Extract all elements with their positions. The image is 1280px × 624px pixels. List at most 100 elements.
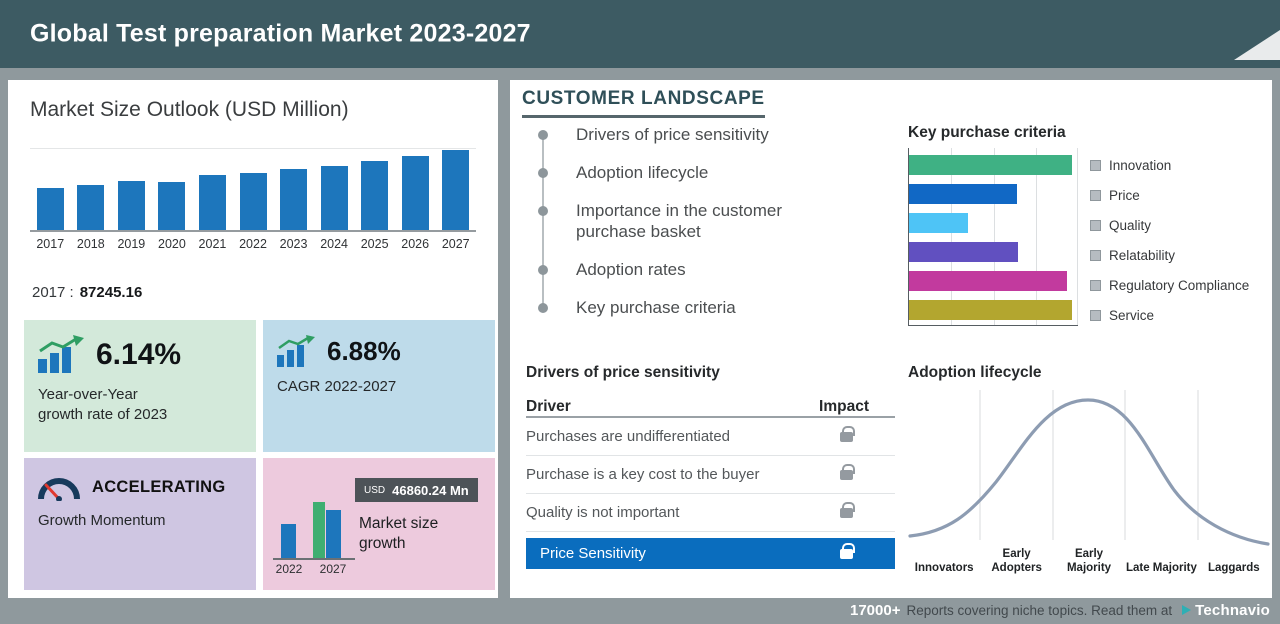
yoy-growth-card: 6.14% Year-over-Year growth rate of 2023 — [24, 320, 256, 452]
legend-marker-icon — [1090, 220, 1101, 231]
landscape-item-2: Importance in the customer purchase bask… — [538, 200, 848, 244]
growth-chart-icon — [38, 335, 84, 373]
driver-row-2: Quality is not important — [526, 494, 895, 532]
market-size-bar-2020 — [158, 182, 186, 230]
growth-caption-line2: growth — [359, 535, 406, 553]
legend-marker-icon — [1090, 160, 1101, 171]
year-axis-labels: 2017 2018 2019 2020 2021 2022 2023 2024 2025 2026… — [30, 237, 476, 251]
market-size-bar-2017 — [36, 188, 64, 230]
legend-marker-icon — [1090, 310, 1101, 321]
base-year-value: 2017 : 87245.16 — [32, 284, 142, 301]
year-label-2023: 2023 — [279, 237, 308, 251]
legend-item-5: Service — [1090, 308, 1249, 323]
market-size-bar-2022 — [239, 173, 267, 230]
legend-item-0: Innovation — [1090, 158, 1249, 173]
landscape-item-label: Key purchase criteria — [576, 297, 736, 317]
market-size-title: Market Size Outlook (USD Million) — [30, 98, 349, 121]
legend-item-1: Price — [1090, 188, 1249, 203]
kpc-row-3 — [909, 242, 1078, 262]
market-size-bar-chart: 2017 2018 2019 2020 2021 2022 2023 2024 2025 2026… — [30, 148, 476, 251]
landscape-item-label: Drivers of price sensitivity — [576, 125, 769, 144]
year-label-2022: 2022 — [239, 237, 267, 251]
market-size-bar-2023 — [280, 169, 308, 230]
base-year-label: 2017 : — [32, 284, 74, 301]
customer-landscape-title: CUSTOMER LANDSCAPE — [522, 88, 765, 118]
brand-name: Technavio — [1195, 601, 1270, 619]
landscape-item-label: Importance in the customer purchase bask… — [576, 200, 782, 242]
momentum-card: ACCELERATING Growth Momentum — [24, 458, 256, 590]
momentum-caption: Growth Momentum — [38, 512, 166, 529]
key-purchase-criteria-chart — [908, 148, 1079, 326]
cagr-caption: CAGR 2022-2027 — [277, 378, 397, 395]
legend-label: Quality — [1109, 218, 1152, 233]
landscape-item-label: Adoption rates — [576, 260, 686, 279]
market-size-bar-2025 — [361, 161, 389, 230]
bullet-icon — [538, 130, 548, 140]
stage-label-4: Laggards — [1207, 561, 1260, 574]
lock-icon[interactable] — [840, 501, 855, 518]
market-size-bar-2024 — [320, 166, 348, 230]
bar-cell-2022 — [233, 173, 274, 230]
legend-label: Service — [1109, 308, 1155, 323]
speedometer-icon — [38, 478, 80, 501]
market-size-panel: Market Size Outlook (USD Million) 2017 20… — [8, 80, 498, 598]
lock-icon[interactable] — [840, 542, 855, 559]
stage-label-3: Late Majority — [1125, 561, 1197, 574]
infographic-page: Global Test preparation Market 2023-2027… — [0, 0, 1280, 624]
stage-label-1: Early Adopters — [991, 548, 1042, 574]
growth-bar-delta — [313, 502, 325, 558]
bullet-icon — [538, 302, 548, 313]
bar-cell-2019 — [111, 181, 152, 230]
price-sensitivity-title: Drivers of price sensitivity — [526, 364, 720, 381]
report-count: 17000+ — [850, 601, 901, 619]
year-label-2025: 2025 — [360, 237, 389, 251]
legend-item-2: Quality — [1090, 218, 1249, 233]
price-sensitivity-highlight-row[interactable]: Price Sensitivity — [526, 538, 895, 569]
year-label-2019: 2019 — [117, 237, 146, 251]
badge-amount: 46860.24 Mn — [392, 482, 469, 498]
lock-icon[interactable] — [840, 463, 855, 480]
bar-cell-2018 — [71, 185, 112, 230]
kpc-row-5 — [909, 300, 1078, 320]
year-label-2027: 2027 — [441, 237, 470, 251]
market-size-bar-2019 — [117, 181, 145, 230]
driver-label: Quality is not important — [526, 504, 680, 521]
footer: 17000+ Reports covering niche topics. Re… — [0, 596, 1280, 624]
market-size-bar-2026 — [401, 156, 429, 230]
kpc-row-0 — [909, 155, 1078, 175]
brand-logo[interactable]: Technavio — [1182, 602, 1270, 619]
cagr-chart-icon — [277, 335, 315, 367]
legend-marker-icon — [1090, 250, 1101, 261]
lock-icon[interactable] — [840, 425, 855, 442]
market-size-bar-2018 — [77, 185, 105, 230]
kpc-row-4 — [909, 271, 1078, 291]
bar-cell-2021 — [192, 175, 233, 230]
year-label-2020: 2020 — [158, 237, 186, 251]
yoy-caption-line2: growth rate of 2023 — [38, 405, 168, 423]
highlight-row-label: Price Sensitivity — [540, 545, 646, 562]
cagr-card: 6.88% CAGR 2022-2027 — [263, 320, 495, 452]
mini-chart-axis — [273, 558, 355, 560]
landscape-item-0: Drivers of price sensitivity — [538, 124, 848, 146]
kpc-bar-price — [909, 184, 1017, 204]
legend-label: Relatability — [1109, 248, 1176, 263]
growth-card-caption: Market size growth — [359, 514, 438, 554]
corner-decoration — [1234, 30, 1280, 60]
year-label-2021: 2021 — [198, 237, 227, 251]
badge-currency: USD — [364, 484, 386, 496]
driver-column-header: Driver — [526, 398, 571, 415]
bar-cell-2026 — [395, 156, 436, 230]
year-label-2018: 2018 — [76, 237, 105, 251]
growth-amount-card: 2022 2027 USD 46860.24 Mn Market size gr… — [263, 458, 495, 590]
brand-mark-icon — [1182, 605, 1192, 615]
legend-item-3: Relatability — [1090, 248, 1249, 263]
kpc-legend: Innovation Price Quality Relatability Regula… — [1090, 158, 1250, 340]
stat-cards: 6.14% Year-over-Year growth rate of 2023 — [24, 320, 495, 590]
growth-caption-line1: Market size — [359, 515, 439, 532]
adoption-lifecycle-title: Adoption lifecycle — [908, 364, 1042, 381]
mini-year-start: 2022 — [275, 562, 303, 576]
year-label-2024: 2024 — [320, 237, 348, 251]
legend-label: Price — [1109, 188, 1140, 203]
legend-label: Regulatory Compliance — [1109, 278, 1250, 293]
price-sensitivity-table: Driver Impact Purchases are undifferenti… — [526, 392, 895, 569]
